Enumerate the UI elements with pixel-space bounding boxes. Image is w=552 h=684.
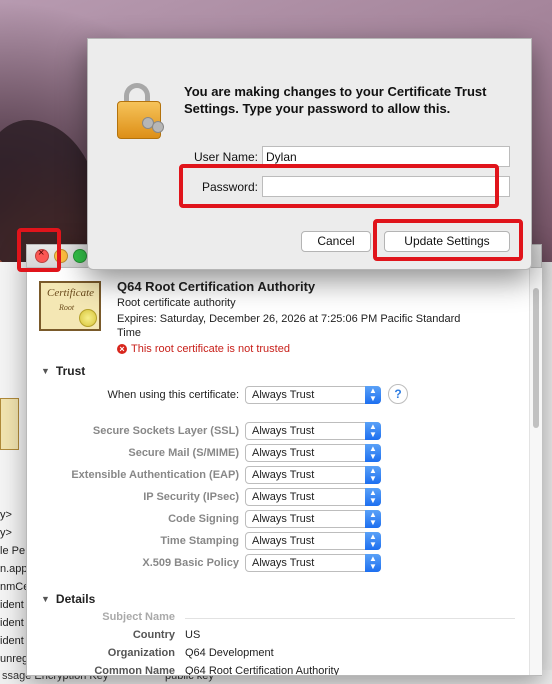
certificate-name: Q64 Root Certification Authority — [117, 279, 316, 294]
help-button[interactable]: ? — [388, 384, 408, 404]
organization-label: Organization — [107, 647, 175, 659]
certificate-window: Certificate Root Q64 Root Certification … — [26, 244, 542, 676]
country-label: Country — [132, 629, 175, 641]
ssl-label: Secure Sockets Layer (SSL) — [92, 425, 239, 437]
certificate-icon: Certificate Root — [39, 281, 101, 331]
seal-icon — [79, 309, 97, 327]
code-signing-value: Always Trust — [252, 513, 315, 525]
ssl-value: Always Trust — [252, 425, 315, 437]
ipsec-label: IP Security (IPsec) — [143, 491, 239, 503]
disclosure-triangle-icon: ▼ — [41, 594, 50, 604]
details-section-toggle[interactable]: ▼ Details — [41, 592, 95, 606]
key-icon — [152, 121, 164, 133]
details-section-label: Details — [55, 592, 96, 606]
trust-status-text: This root certificate is not trusted — [131, 343, 290, 355]
when-using-label: When using this certificate: — [107, 389, 239, 401]
error-icon: × — [117, 344, 127, 354]
ipsec-popup[interactable]: Always Trust ▲ ▼ — [245, 488, 381, 506]
divider — [185, 618, 515, 619]
popup-arrows-icon: ▲ ▼ — [365, 444, 381, 462]
time-stamping-popup[interactable]: Always Trust ▲ ▼ — [245, 532, 381, 550]
password-highlight — [179, 164, 499, 208]
common-name-label: Common Name — [94, 665, 175, 675]
subject-name-label: Subject Name — [102, 611, 175, 623]
certificate-content: Certificate Root Q64 Root Certification … — [27, 268, 529, 675]
x509-value: Always Trust — [252, 557, 315, 569]
popup-arrows-icon: ▲ ▼ — [365, 510, 381, 528]
code-signing-popup[interactable]: Always Trust ▲ ▼ — [245, 510, 381, 528]
when-using-popup[interactable]: Always Trust ▲ ▼ — [245, 386, 381, 404]
zoom-button[interactable] — [73, 249, 87, 263]
eap-popup[interactable]: Always Trust ▲ ▼ — [245, 466, 381, 484]
when-using-value: Always Trust — [252, 389, 315, 401]
smime-label: Secure Mail (S/MIME) — [128, 447, 239, 459]
eap-value: Always Trust — [252, 469, 315, 481]
certificate-expires: Expires: Saturday, December 26, 2026 at … — [117, 313, 461, 325]
smime-popup[interactable]: Always Trust ▲ ▼ — [245, 444, 381, 462]
common-name-value: Q64 Root Certification Authority — [185, 665, 340, 675]
time-stamping-label: Time Stamping — [160, 535, 239, 547]
trust-section-label: Trust — [55, 364, 86, 378]
dialog-message: You are making changes to your Certifica… — [184, 84, 487, 116]
code-signing-label: Code Signing — [168, 513, 239, 525]
popup-arrows-icon: ▲ ▼ — [365, 386, 381, 404]
scrollbar[interactable] — [529, 268, 542, 675]
update-button-highlight — [373, 219, 523, 261]
popup-arrows-icon: ▲ ▼ — [365, 466, 381, 484]
username-label: User Name: — [193, 150, 258, 164]
certificate-icon-title: Certificate — [47, 287, 95, 299]
trust-status: × This root certificate is not trusted — [117, 343, 290, 355]
scrollbar-thumb[interactable] — [533, 288, 539, 428]
ssl-popup[interactable]: Always Trust ▲ ▼ — [245, 422, 381, 440]
certificate-icon-subtitle: Root — [59, 303, 75, 312]
certificate-type: Root certificate authority — [117, 297, 236, 309]
cancel-button[interactable]: Cancel — [301, 231, 371, 252]
popup-arrows-icon: ▲ ▼ — [365, 532, 381, 550]
x509-label: X.509 Basic Policy — [142, 557, 239, 569]
eap-label: Extensible Authentication (EAP) — [71, 469, 239, 481]
lock-icon — [117, 101, 161, 139]
close-button-highlight — [17, 228, 61, 272]
popup-arrows-icon: ▲ ▼ — [365, 488, 381, 506]
country-value: US — [185, 629, 201, 641]
popup-arrows-icon: ▲ ▼ — [365, 422, 381, 440]
time-stamping-value: Always Trust — [252, 535, 315, 547]
smime-value: Always Trust — [252, 447, 315, 459]
popup-arrows-icon: ▲ ▼ — [365, 554, 381, 572]
trust-section-toggle[interactable]: ▼ Trust — [41, 364, 85, 378]
organization-value: Q64 Development — [185, 647, 274, 659]
disclosure-triangle-icon: ▼ — [41, 366, 50, 376]
certificate-expires-cont: Time — [117, 327, 142, 339]
background-certificate-icon — [0, 398, 19, 450]
x509-popup[interactable]: Always Trust ▲ ▼ — [245, 554, 381, 572]
ipsec-value: Always Trust — [252, 491, 315, 503]
